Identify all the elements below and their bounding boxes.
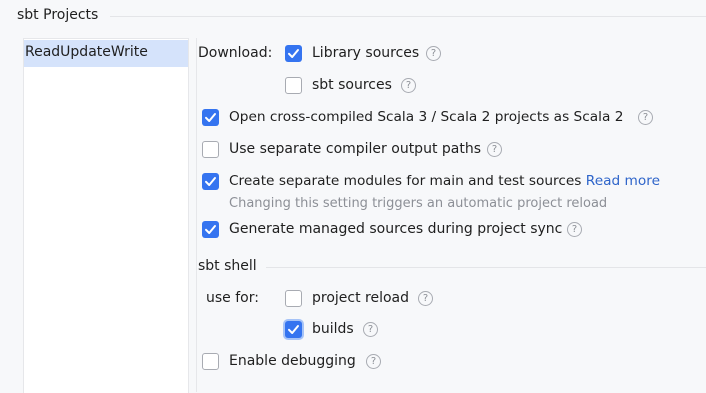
section-title: sbt Projects [17, 7, 99, 23]
separate-modules-hint: Changing this setting triggers an automa… [229, 196, 608, 211]
builds-checkbox[interactable] [285, 321, 302, 338]
enable-debugging-label: Enable debugging [229, 353, 356, 369]
separate-modules-text: Create separate modules for main and tes… [229, 173, 582, 189]
separate-modules-label: Create separate modules for main and tes… [229, 173, 660, 189]
project-reload-help-icon[interactable]: ? [418, 291, 433, 306]
managed-sources-checkbox[interactable] [202, 221, 219, 238]
check-icon [288, 49, 299, 58]
sbt-sources-help-icon[interactable]: ? [401, 78, 416, 93]
check-icon [205, 177, 216, 186]
builds-label: builds [312, 321, 354, 337]
project-reload-label: project reload [312, 290, 410, 306]
separate-output-label: Use separate compiler output paths [229, 141, 481, 157]
project-item-readupdatewrite[interactable]: ReadUpdateWrite [24, 40, 188, 67]
download-label: Download: [198, 45, 273, 61]
enable-debugging-help-icon[interactable]: ? [366, 354, 381, 369]
project-reload-checkbox[interactable] [285, 290, 302, 307]
library-sources-checkbox[interactable] [285, 45, 302, 62]
sbt-sources-checkbox[interactable] [285, 77, 302, 94]
managed-sources-help-icon[interactable]: ? [567, 222, 582, 237]
separate-output-checkbox[interactable] [202, 141, 219, 158]
sbt-shell-divider [266, 267, 706, 268]
cross-compiled-checkbox[interactable] [202, 109, 219, 126]
builds-help-icon[interactable]: ? [363, 322, 378, 337]
section-divider [110, 16, 706, 17]
separate-modules-checkbox[interactable] [202, 173, 219, 190]
sbt-sources-label: sbt sources [312, 77, 392, 93]
use-for-label: use for: [206, 290, 259, 306]
project-list: ReadUpdateWrite [23, 38, 189, 393]
check-icon [205, 113, 216, 122]
library-sources-help-icon[interactable]: ? [426, 46, 441, 61]
separate-output-help-icon[interactable]: ? [487, 142, 502, 157]
managed-sources-label: Generate managed sources during project … [229, 221, 563, 237]
library-sources-label: Library sources [312, 45, 420, 61]
check-icon [205, 225, 216, 234]
settings-panel [196, 38, 706, 392]
sbt-shell-title: sbt shell [198, 258, 257, 274]
check-icon [288, 325, 299, 334]
read-more-link[interactable]: Read more [586, 173, 660, 189]
cross-compiled-help-icon[interactable]: ? [638, 110, 653, 125]
cross-compiled-label: Open cross-compiled Scala 3 / Scala 2 pr… [229, 109, 624, 125]
enable-debugging-checkbox[interactable] [202, 353, 219, 370]
